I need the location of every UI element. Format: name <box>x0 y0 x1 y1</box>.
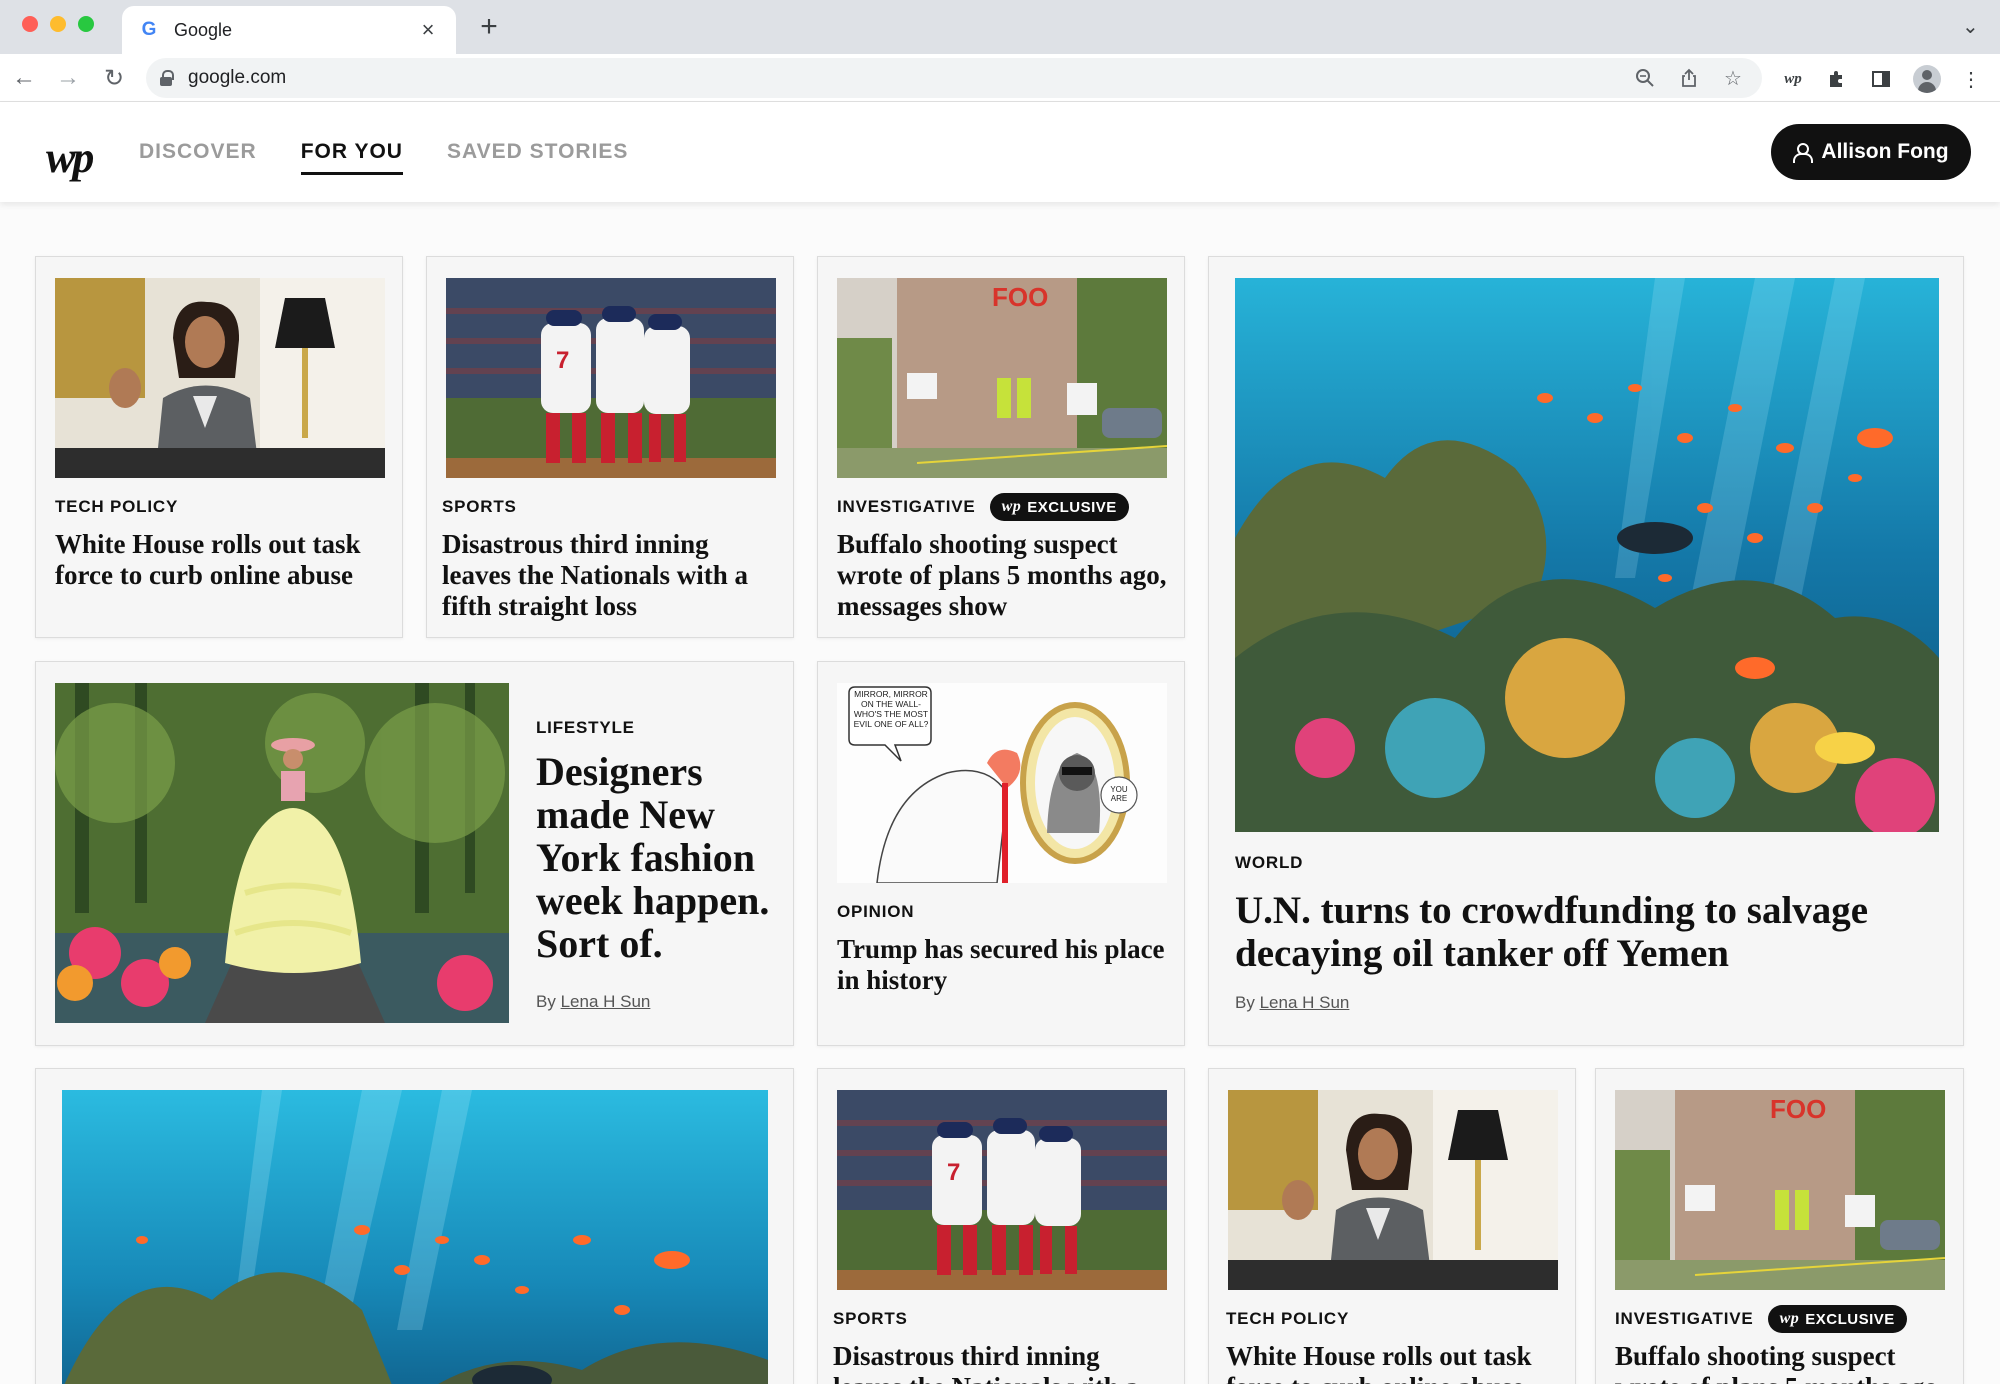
cartoon-speech-bubble: MIRROR, MIRROR ON THE WALL- WHO'S THE MO… <box>853 689 929 729</box>
story-headline[interactable]: Disastrous third inning leaves the Natio… <box>833 1341 1173 1384</box>
story-headline[interactable]: Trump has secured his place in history <box>837 934 1177 996</box>
story-card-investigative-2[interactable]: FOO INVESTIGATIVE wp EXCLUSIVE Buffalo s… <box>1595 1068 1964 1384</box>
building-sign: FOO <box>1770 1094 1826 1124</box>
story-kicker: WORLD <box>1235 853 1304 872</box>
badge-wp-logo: wp <box>1779 1310 1800 1327</box>
exclusive-badge: wp EXCLUSIVE <box>1767 1305 1907 1333</box>
story-headline[interactable]: Buffalo shooting suspect wrote of plans … <box>1615 1341 1955 1384</box>
tab-title: Google <box>174 19 233 40</box>
lock-icon[interactable] <box>160 70 174 86</box>
wp-logo[interactable]: wp <box>46 132 94 183</box>
story-headline[interactable]: White House rolls out task force to curb… <box>55 529 385 591</box>
story-headline[interactable]: White House rolls out task force to curb… <box>1226 1341 1566 1384</box>
tab-search-chevron-icon[interactable]: ⌄ <box>1962 14 1979 39</box>
svg-text:7: 7 <box>947 1159 960 1186</box>
tab-for-you[interactable]: FOR YOU <box>300 140 403 175</box>
tab-close-icon[interactable]: × <box>416 17 440 43</box>
story-card-sports[interactable]: 7 SPORTS Disastrous third inning leaves … <box>426 256 794 638</box>
user-icon <box>1793 143 1814 163</box>
story-image <box>62 1090 768 1384</box>
zoom-icon[interactable] <box>1630 63 1660 93</box>
story-card-lifestyle[interactable]: LIFESTYLE Designers made New York fashio… <box>35 661 794 1046</box>
story-card-investigative[interactable]: FOO INVESTIGATIVE wp EXCLUSIVE Buffalo s… <box>817 256 1185 638</box>
story-kicker: TECH POLICY <box>55 497 179 516</box>
story-image <box>55 683 509 1023</box>
story-kicker: INVESTIGATIVE <box>837 497 976 516</box>
story-card-opinion[interactable]: MIRROR, MIRROR ON THE WALL- WHO'S THE MO… <box>817 661 1185 1046</box>
address-bar[interactable]: google.com ☆ <box>146 58 1762 98</box>
story-kicker: SPORTS <box>442 497 517 516</box>
maximize-window-button[interactable] <box>78 16 94 32</box>
minimize-window-button[interactable] <box>50 16 66 32</box>
story-headline[interactable]: Buffalo shooting suspect wrote of plans … <box>837 529 1177 622</box>
story-kicker: SPORTS <box>833 1309 908 1328</box>
site-nav: DISCOVER FOR YOU SAVED STORIES <box>139 140 628 175</box>
story-image <box>1228 1090 1558 1290</box>
user-name: Allison Fong <box>1821 140 1949 163</box>
cartoon-reply-bubble: YOU ARE <box>1110 785 1128 803</box>
story-image: MIRROR, MIRROR ON THE WALL- WHO'S THE MO… <box>837 683 1167 883</box>
story-kicker: TECH POLICY <box>1226 1309 1350 1328</box>
story-headline[interactable]: Designers made New York fashion week hap… <box>536 750 781 965</box>
forward-icon[interactable]: → <box>52 62 84 94</box>
story-feed: TECH POLICY White House rolls out task f… <box>0 202 2000 1384</box>
byline-prefix: By <box>1235 993 1255 1012</box>
puzzle-icon[interactable] <box>1822 64 1852 94</box>
new-tab-icon[interactable]: + <box>474 12 504 42</box>
google-g-icon: G <box>141 19 157 40</box>
story-kicker: INVESTIGATIVE <box>1615 1309 1754 1328</box>
wp-extension-icon[interactable]: wp <box>1778 64 1808 94</box>
tab-discover[interactable]: DISCOVER <box>139 140 257 175</box>
story-image: FOO <box>837 278 1167 478</box>
url-text[interactable]: google.com <box>188 67 1616 89</box>
badge-wp-logo: wp <box>1001 498 1022 515</box>
profile-icon[interactable] <box>1912 64 1942 94</box>
share-icon[interactable] <box>1674 63 1704 93</box>
site-header: wp DISCOVER FOR YOU SAVED STORIES Alliso… <box>0 102 2000 202</box>
story-headline[interactable]: Disastrous third inning leaves the Natio… <box>442 529 782 622</box>
story-byline: By Lena H Sun <box>536 992 650 1012</box>
back-icon[interactable]: ← <box>8 62 40 94</box>
account-button[interactable]: Allison Fong <box>1771 124 1971 180</box>
badge-label: EXCLUSIVE <box>1805 1310 1895 1328</box>
story-card-reef[interactable] <box>35 1068 794 1384</box>
exclusive-badge: wp EXCLUSIVE <box>989 493 1129 521</box>
kebab-menu-icon[interactable]: ⋮ <box>1956 64 1986 94</box>
story-image <box>1235 278 1939 832</box>
story-image: 7 <box>446 278 776 478</box>
story-image <box>55 278 385 478</box>
browser-tabstrip: G Google × + ⌄ <box>0 0 2000 54</box>
reload-icon[interactable]: ↻ <box>98 62 130 94</box>
tab-saved-stories[interactable]: SAVED STORIES <box>447 140 628 175</box>
star-icon[interactable]: ☆ <box>1718 63 1748 93</box>
story-card-tech-policy-2[interactable]: TECH POLICY White House rolls out task f… <box>1208 1068 1576 1384</box>
story-card-tech-policy[interactable]: TECH POLICY White House rolls out task f… <box>35 256 403 638</box>
story-headline[interactable]: U.N. turns to crowdfunding to salvage de… <box>1235 889 1935 975</box>
story-card-sports-2[interactable]: 7 SPORTS Disastrous third inning leaves … <box>817 1068 1185 1384</box>
author-link[interactable]: Lena H Sun <box>1260 993 1350 1012</box>
author-link[interactable]: Lena H Sun <box>561 992 651 1011</box>
browser-tab[interactable]: G Google × <box>122 6 456 54</box>
story-card-world[interactable]: WORLD U.N. turns to crowdfunding to salv… <box>1208 256 1964 1046</box>
story-kicker: OPINION <box>837 902 915 921</box>
sidebar-icon[interactable] <box>1866 64 1896 94</box>
byline-prefix: By <box>536 992 556 1011</box>
browser-toolbar: ← → ↻ google.com ☆ wp ⋮ <box>0 54 2000 102</box>
badge-label: EXCLUSIVE <box>1027 498 1117 516</box>
avatar <box>1913 65 1941 93</box>
story-image: 7 <box>837 1090 1167 1290</box>
story-image: FOO <box>1615 1090 1945 1290</box>
close-window-button[interactable] <box>22 16 38 32</box>
story-kicker: LIFESTYLE <box>536 718 635 737</box>
story-byline: By Lena H Sun <box>1235 993 1349 1013</box>
svg-text:7: 7 <box>556 347 569 374</box>
building-sign: FOO <box>992 282 1048 312</box>
